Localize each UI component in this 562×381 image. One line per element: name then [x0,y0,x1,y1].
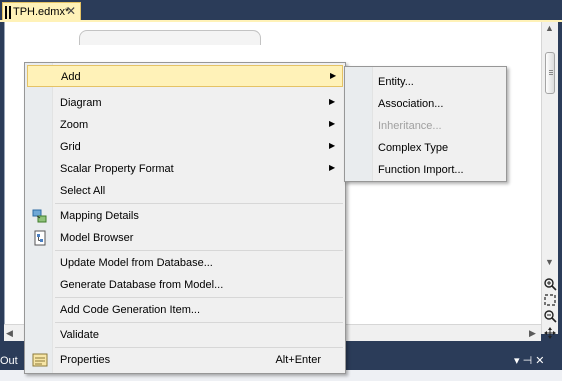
menu-item-shortcut: Alt+Enter [275,354,321,366]
menu-separator [55,250,343,251]
menu-item-label: Add Code Generation Item... [60,304,201,316]
submenu-arrow-icon: ▶ [330,71,337,80]
zoom-in-icon[interactable] [543,277,557,291]
menu-item-properties[interactable]: Properties Alt+Enter [27,349,343,371]
menu-item-label: Inheritance... [378,120,442,132]
scroll-right-icon[interactable]: ▶ [529,328,536,339]
submenu-arrow-icon: ▶ [329,119,336,128]
submenu-item-inheritance: Inheritance... [347,115,506,137]
menu-item-mapping-details[interactable]: Mapping Details [27,205,343,227]
submenu-arrow-icon: ▶ [329,141,336,150]
add-submenu: Entity... Association... Inheritance... … [344,66,507,182]
menu-item-label: Grid [60,141,81,153]
submenu-arrow-icon: ▶ [329,163,336,172]
menu-separator [55,322,343,323]
outline-panel-title[interactable]: Out [0,355,18,367]
document-tab-strip: TPH.edmx* ✕ [0,0,562,22]
submenu-item-complex-type[interactable]: Complex Type [347,137,506,159]
scroll-down-icon[interactable]: ▼ [545,257,554,267]
model-browser-icon [32,230,48,246]
menu-item-zoom[interactable]: Zoom ▶ [27,114,343,136]
context-menu: Add ▶ Diagram ▶ Zoom ▶ Grid ▶ Scalar Pro… [24,62,346,374]
menu-separator [55,347,343,348]
menu-item-label: Add [61,71,81,83]
menu-item-label: Zoom [60,119,89,131]
menu-item-label: Entity... [378,76,414,88]
menu-item-add-code-generation-item[interactable]: Add Code Generation Item... [27,299,343,321]
thumb-grip [549,74,553,75]
menu-item-label: Validate [60,329,99,341]
menu-item-update-model-from-database[interactable]: Update Model from Database... [27,252,343,274]
thumb-grip [549,72,553,73]
menu-item-label: Mapping Details [60,210,139,222]
close-icon[interactable]: ✕ [66,4,76,18]
submenu-arrow-icon: ▶ [329,97,336,106]
menu-item-select-all[interactable]: Select All [27,180,343,202]
menu-item-label: Diagram [60,97,102,109]
thumb-grip [549,70,553,71]
submenu-item-function-import[interactable]: Function Import... [347,159,506,181]
pan-icon[interactable] [543,326,557,340]
menu-separator [55,203,343,204]
tab-grip-icon [5,6,11,19]
menu-item-add[interactable]: Add ▶ [27,65,343,87]
menu-item-label: Properties [60,354,111,366]
menu-item-validate[interactable]: Validate [27,324,343,346]
submenu-item-association[interactable]: Association... [347,93,506,115]
menu-item-scalar-property-format[interactable]: Scalar Property Format ▶ [27,158,343,180]
menu-item-model-browser[interactable]: Model Browser [27,227,343,249]
zoom-out-icon[interactable] [543,309,557,323]
menu-item-generate-database-from-model[interactable]: Generate Database from Model... [27,274,343,296]
scroll-up-icon[interactable]: ▲ [545,23,554,33]
menu-item-label: Generate Database from Model... [60,279,224,291]
menu-item-diagram[interactable]: Diagram ▶ [27,92,343,114]
properties-icon [32,352,48,368]
menu-item-label: Update Model from Database... [60,257,213,269]
menu-item-label: Select All [60,185,106,197]
tab-title: TPH.edmx* [13,6,70,18]
document-tab[interactable]: TPH.edmx* ✕ [2,2,81,21]
entity-shape[interactable] [79,30,261,45]
pin-icon[interactable]: ▾ ⊣ ✕ [514,354,544,367]
menu-item-label: Scalar Property Format [60,163,174,175]
menu-item-label: Function Import... [378,164,464,176]
scroll-left-icon[interactable]: ◀ [6,328,13,339]
menu-item-label: Association... [378,98,444,110]
menu-item-label: Complex Type [378,142,449,154]
menu-item-grid[interactable]: Grid ▶ [27,136,343,158]
scroll-thumb[interactable] [545,52,555,94]
submenu-item-entity[interactable]: Entity... [347,71,506,93]
menu-separator [55,297,343,298]
zoom-to-fit-icon[interactable] [543,293,557,307]
menu-item-label: Model Browser [60,232,134,244]
mapping-details-icon [32,208,48,224]
